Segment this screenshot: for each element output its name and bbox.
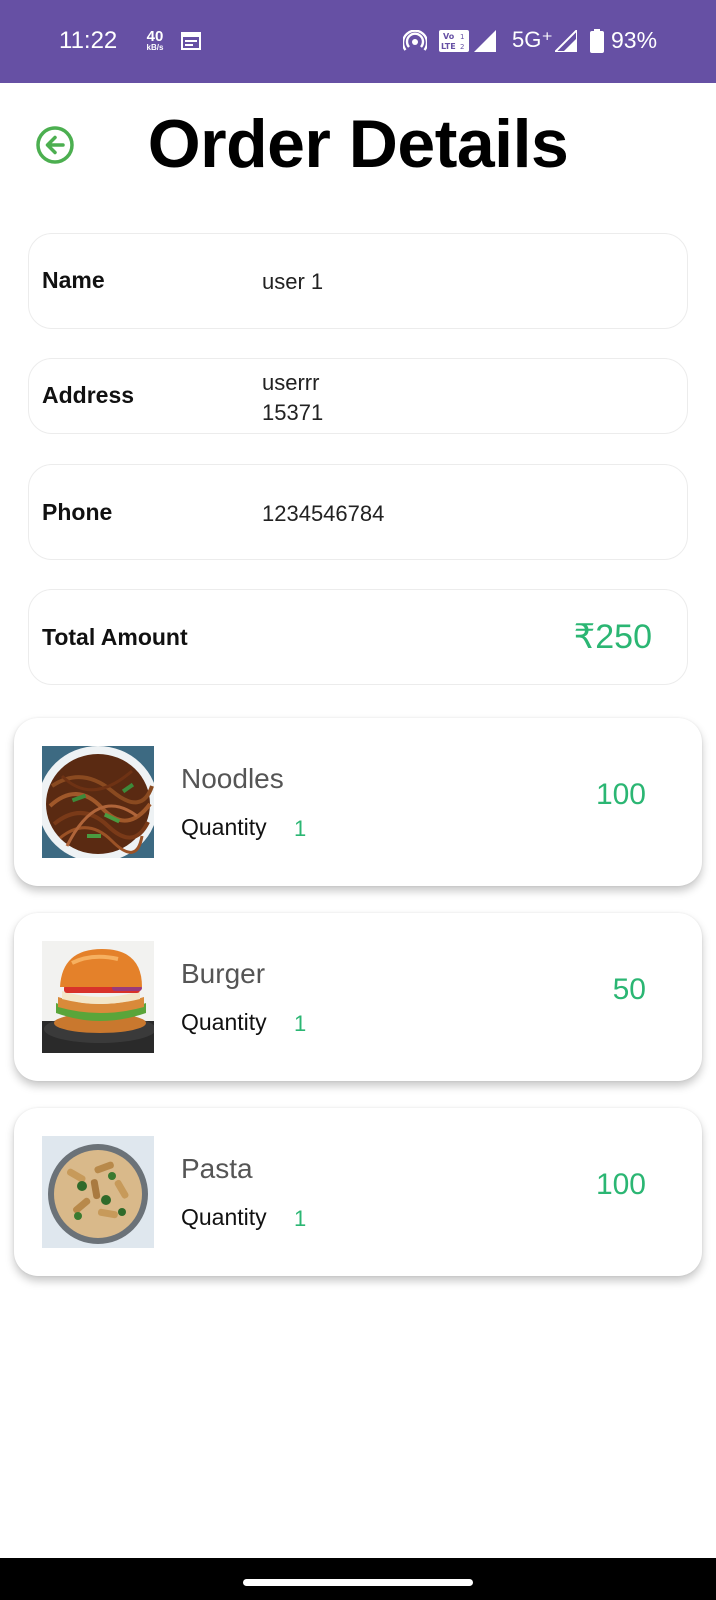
svg-text:Vo: Vo xyxy=(443,32,455,41)
order-item-pasta[interactable]: Pasta Quantity 1 100 xyxy=(14,1108,702,1276)
quantity-value: 1 xyxy=(294,1011,307,1036)
quantity-label: Quantity xyxy=(181,814,267,840)
battery-percent: 93% xyxy=(611,27,658,53)
total-amount-label: Total Amount xyxy=(42,624,188,650)
order-item-noodles[interactable]: Noodles Quantity 1 100 xyxy=(14,718,702,886)
quantity-label: Quantity xyxy=(181,1204,267,1230)
noodles-image xyxy=(42,746,154,858)
item-name: Burger xyxy=(181,958,266,989)
item-name: Noodles xyxy=(181,763,284,794)
address-label: Address xyxy=(42,382,135,408)
total-amount-value: ₹250 xyxy=(573,618,652,656)
address-line-1: userrr xyxy=(262,370,320,395)
pasta-image xyxy=(42,1136,154,1248)
status-time: 11:22 xyxy=(59,27,118,54)
item-name: Pasta xyxy=(181,1153,253,1184)
battery-icon xyxy=(590,29,604,58)
address-line-2: 15371 xyxy=(262,400,324,425)
burger-image xyxy=(42,941,154,1053)
data-speed-unit: kB/s xyxy=(146,43,164,52)
signal-icon xyxy=(474,30,496,57)
signal-icon-2 xyxy=(552,27,578,57)
quantity-label: Quantity xyxy=(181,1009,267,1035)
home-gesture-handle[interactable] xyxy=(243,1579,473,1586)
phone-card: Phone 1234546784 xyxy=(28,464,688,560)
name-card: Name user 1 xyxy=(28,233,688,329)
item-price: 50 xyxy=(612,973,646,1006)
svg-text:LTE: LTE xyxy=(441,42,456,51)
page-title: Order Details xyxy=(147,106,569,182)
svg-text:1: 1 xyxy=(460,33,464,41)
name-label: Name xyxy=(42,267,105,293)
phone-label: Phone xyxy=(42,499,113,525)
volte-icon: Vo LTE 1 2 xyxy=(439,30,469,57)
status-bar: 11:22 40 kB/s Vo LTE 1 2 5G⁺ 93% xyxy=(0,0,716,83)
calendar-icon xyxy=(181,31,201,56)
total-amount-card: Total Amount ₹250 xyxy=(28,589,688,685)
data-speed-value: 40 xyxy=(146,28,164,45)
address-value: userrr 15371 xyxy=(262,368,323,428)
order-item-burger[interactable]: Burger Quantity 1 50 xyxy=(14,913,702,1081)
item-price: 100 xyxy=(595,1168,646,1201)
address-card: Address userrr 15371 xyxy=(28,358,688,434)
name-value: user 1 xyxy=(262,269,324,294)
item-price: 100 xyxy=(595,778,646,811)
svg-text:2: 2 xyxy=(460,43,464,51)
network-type: 5G⁺ xyxy=(512,27,553,52)
quantity-value: 1 xyxy=(294,1206,307,1231)
data-speed-indicator: 40 kB/s xyxy=(143,29,167,52)
quantity-value: 1 xyxy=(294,816,307,841)
phone-value: 1234546784 xyxy=(262,501,385,526)
hotspot-icon xyxy=(401,29,429,57)
